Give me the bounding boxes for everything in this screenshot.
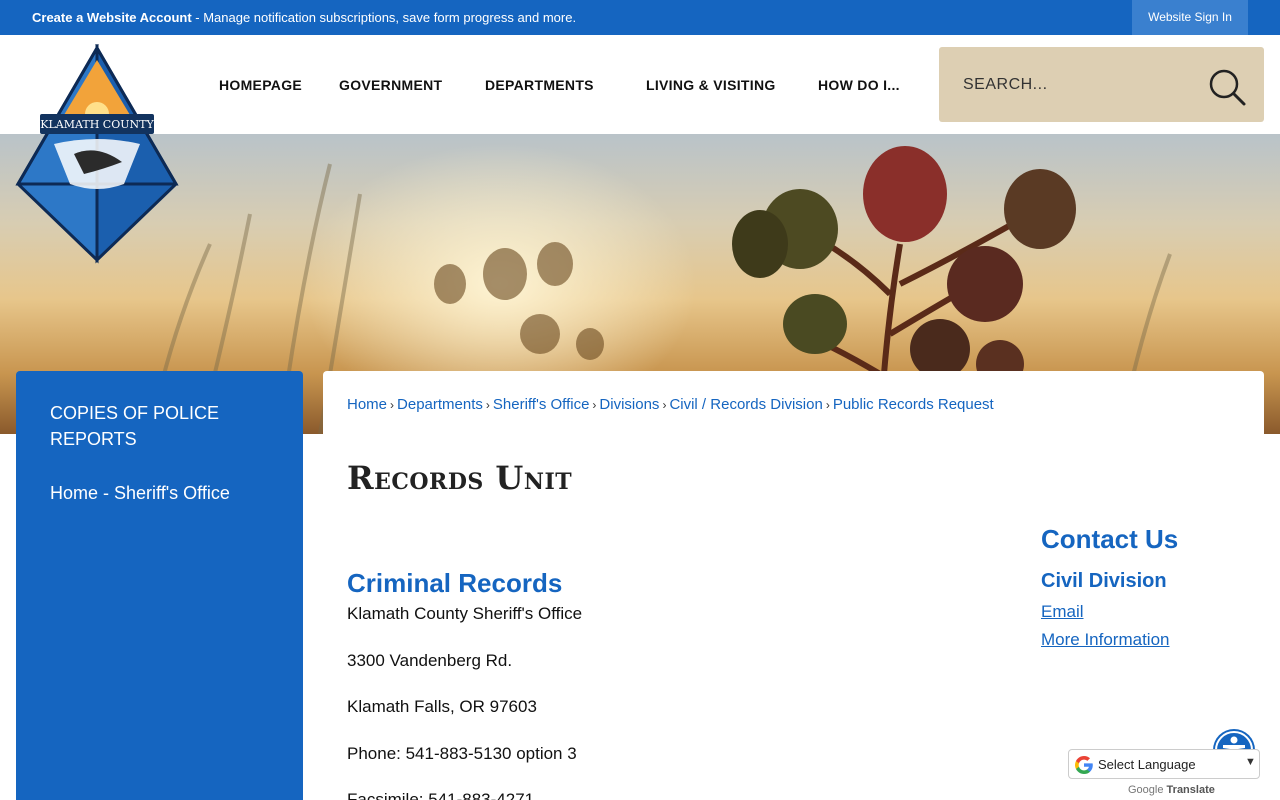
office-phone: Phone: 541-883-5130 option 3 xyxy=(347,744,577,763)
search-input[interactable] xyxy=(963,71,1193,99)
office-name: Klamath County Sheriff's Office xyxy=(347,604,583,623)
sidebar-item-home-sheriffs-office[interactable]: Home - Sheriff's Office xyxy=(50,480,280,506)
breadcrumb-separator: › xyxy=(485,398,490,412)
breadcrumb-separator: › xyxy=(825,398,830,412)
page-title: Records Unit xyxy=(347,459,573,497)
contact-us-heading: Contact Us xyxy=(1041,524,1179,554)
contact-more-information-link[interactable]: More Information xyxy=(1041,630,1170,650)
breadcrumb-separator: › xyxy=(592,398,597,412)
search-icon[interactable] xyxy=(1207,67,1247,107)
create-account-text: - Manage notification subscriptions, sav… xyxy=(191,10,577,25)
nav-homepage[interactable]: HOMEPAGE xyxy=(219,77,302,93)
nav-living-visiting[interactable]: LIVING & VISITING xyxy=(646,77,776,93)
criminal-records-heading: Criminal Records xyxy=(347,568,563,598)
main-content: Home › Departments › Sheriff's Office › Divisi… xyxy=(323,371,1264,800)
chevron-down-icon: ▼ xyxy=(1245,756,1256,768)
civil-division-heading: Civil Division xyxy=(1041,570,1167,592)
breadcrumb-public-records-request[interactable]: Public Records Request xyxy=(833,396,994,413)
nav-how-do-i[interactable]: HOW DO I... xyxy=(818,77,900,93)
office-facsimile: Facsimile: 541-883-4271 xyxy=(347,790,535,800)
website-sign-in-button[interactable]: Website Sign In xyxy=(1132,0,1248,35)
breadcrumb-home[interactable]: Home xyxy=(347,396,387,413)
sidebar-item-copies-of-police-reports[interactable]: COPIES OF POLICE REPORTS xyxy=(50,400,280,452)
breadcrumb-departments[interactable]: Departments xyxy=(397,396,483,413)
select-language-label: Select Language xyxy=(1098,757,1196,772)
main-header: HOMEPAGE GOVERNMENT DEPARTMENTS LIVING &… xyxy=(0,35,1280,134)
translate-link[interactable]: Translate xyxy=(1167,784,1215,796)
nav-government[interactable]: GOVERNMENT xyxy=(339,77,442,93)
breadcrumb-separator: › xyxy=(662,398,667,412)
breadcrumb-divisions[interactable]: Divisions xyxy=(599,396,659,413)
sidebar-menu: COPIES OF POLICE REPORTS Home - Sheriff'… xyxy=(16,371,303,800)
create-account-notice: Create a Website Account - Manage notifi… xyxy=(32,10,576,25)
nav-departments[interactable]: DEPARTMENTS xyxy=(485,77,594,93)
google-icon xyxy=(1075,756,1093,774)
top-utility-bar: Create a Website Account - Manage notifi… xyxy=(0,0,1280,35)
search-box xyxy=(939,47,1264,122)
office-city-state-zip: Klamath Falls, OR 97603 xyxy=(347,697,537,716)
google-translate-select[interactable]: Select Language ▼ xyxy=(1068,749,1260,779)
contact-email-link[interactable]: Email xyxy=(1041,602,1084,622)
klamath-county-logo[interactable]: KLAMATH COUNTY xyxy=(14,44,180,264)
create-account-link[interactable]: Create a Website Account xyxy=(32,10,192,25)
breadcrumb-sheriffs-office[interactable]: Sheriff's Office xyxy=(493,396,590,413)
breadcrumb-civil-records-division[interactable]: Civil / Records Division xyxy=(669,396,822,413)
logo-text: KLAMATH COUNTY xyxy=(40,118,154,131)
google-brand-text: Google xyxy=(1128,784,1164,796)
office-street-address: 3300 Vandenberg Rd. xyxy=(347,651,513,670)
breadcrumb: Home › Departments › Sheriff's Office › Divisi… xyxy=(347,396,994,413)
powered-by-google-translate: Google Translate xyxy=(1128,784,1215,796)
breadcrumb-separator: › xyxy=(390,398,395,412)
